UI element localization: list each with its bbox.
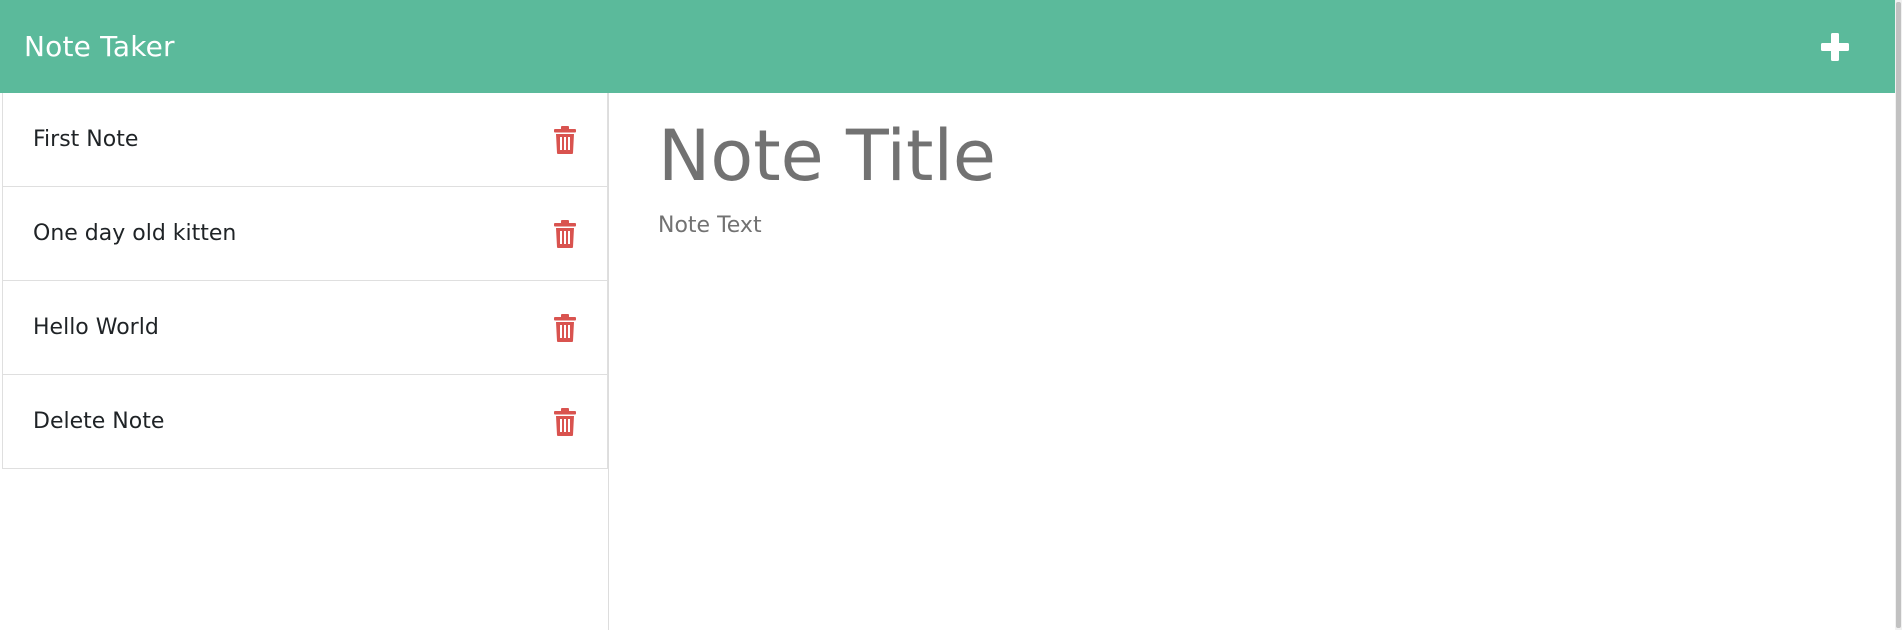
trash-icon — [554, 313, 576, 342]
list-item[interactable]: Delete Note — [2, 375, 608, 469]
delete-note-button[interactable] — [553, 219, 577, 249]
scrollbar-thumb[interactable] — [1896, 2, 1901, 628]
scrollbar[interactable] — [1895, 0, 1902, 630]
note-text-input[interactable] — [658, 213, 1846, 513]
trash-icon — [554, 219, 576, 248]
delete-note-button[interactable] — [553, 313, 577, 343]
note-item-title[interactable]: One day old kitten — [33, 221, 236, 246]
delete-note-button[interactable] — [553, 407, 577, 437]
new-note-button[interactable] — [1815, 27, 1855, 67]
navbar: Note Taker — [0, 0, 1895, 93]
note-item-title[interactable]: Hello World — [33, 315, 159, 340]
plus-icon — [1821, 32, 1849, 61]
list-item[interactable]: Hello World — [2, 281, 608, 375]
note-item-title[interactable]: First Note — [33, 127, 138, 152]
list-item[interactable]: First Note — [2, 93, 608, 187]
note-item-title[interactable]: Delete Note — [33, 409, 164, 434]
note-editor — [609, 93, 1895, 630]
app: Note Taker First Note One day old kitten… — [0, 0, 1902, 630]
note-title-input[interactable] — [658, 111, 1846, 201]
list-item[interactable]: One day old kitten — [2, 187, 608, 281]
notes-sidebar: First Note One day old kitten Hello Worl… — [0, 93, 609, 630]
note-list: First Note One day old kitten Hello Worl… — [0, 93, 608, 469]
delete-note-button[interactable] — [553, 125, 577, 155]
app-brand[interactable]: Note Taker — [24, 30, 175, 63]
trash-icon — [554, 407, 576, 436]
trash-icon — [554, 125, 576, 154]
